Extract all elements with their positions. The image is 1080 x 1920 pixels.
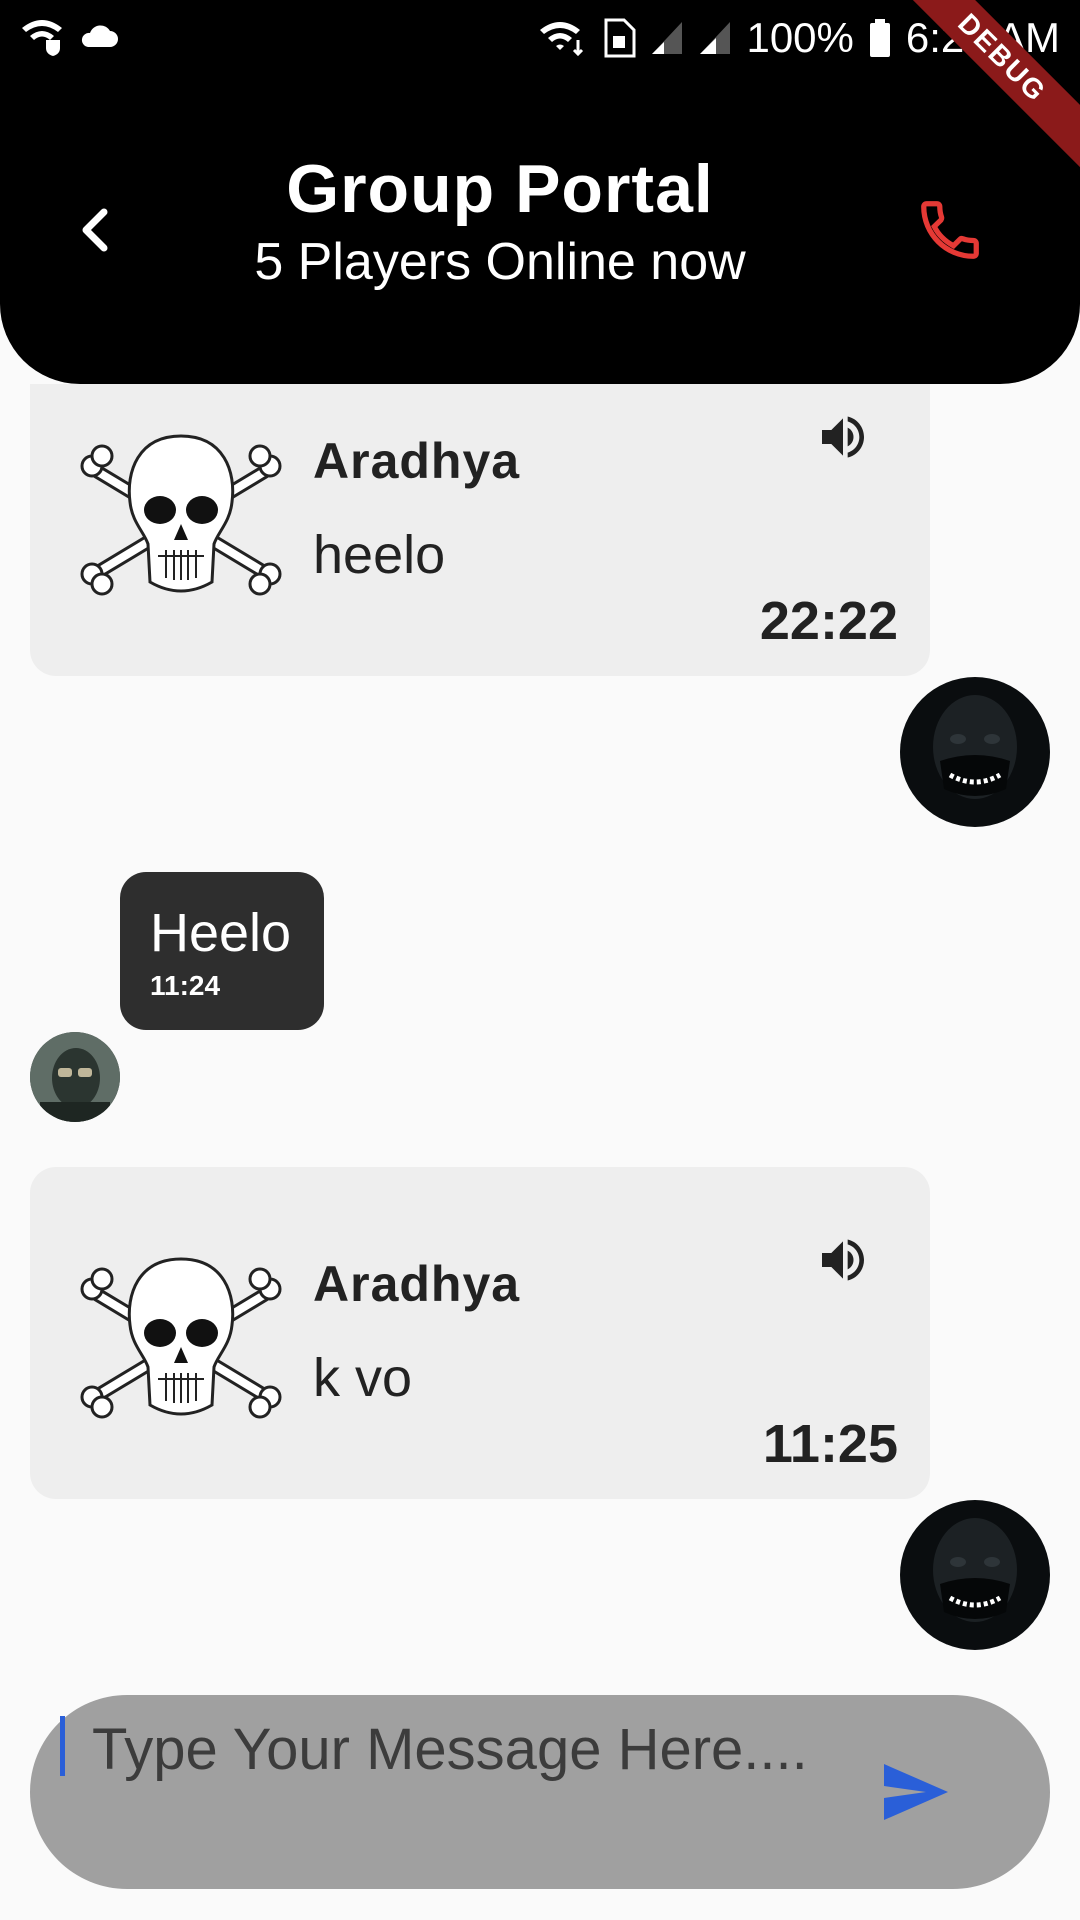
page-title: Group Portal (286, 151, 714, 227)
battery-percent: 100% (746, 14, 854, 61)
masked-face-avatar (933, 695, 1017, 799)
app-header: 100% 6:26 AM Group Portal 5 Players Onli… (0, 0, 1080, 384)
user-avatar[interactable] (900, 677, 1050, 827)
status-left (20, 16, 118, 56)
signal-icon-1 (652, 22, 683, 54)
text-cursor (60, 1716, 65, 1776)
sim-card-icon (604, 18, 636, 58)
wifi-data-icon (540, 22, 584, 57)
person-photo-avatar (30, 1032, 120, 1122)
masked-face-avatar (933, 1518, 1017, 1622)
skull-crossbones-avatar (80, 434, 282, 596)
call-button[interactable] (915, 195, 985, 265)
user-avatar[interactable] (900, 1500, 1050, 1650)
cloud-icon (81, 25, 118, 47)
speaker-icon[interactable] (815, 1232, 871, 1288)
signal-icon-2 (700, 22, 731, 54)
battery-icon (869, 19, 890, 57)
wifi-shield-icon (22, 20, 62, 56)
bubble-text: Heelo (150, 903, 292, 963)
message-time: 22:22 (759, 591, 898, 651)
speaker-icon[interactable] (815, 409, 871, 465)
send-button[interactable] (880, 1760, 952, 1824)
bubble-time: 11:24 (150, 970, 221, 1001)
phone-icon (921, 201, 979, 259)
online-count: 5 Players Online now (254, 233, 746, 291)
message-text: heelo (313, 525, 446, 585)
message-input[interactable] (90, 1713, 834, 1877)
voice-message-card[interactable]: Aradhya heelo 22:22 (30, 384, 930, 676)
message-time: 11:25 (762, 1414, 898, 1474)
skull-crossbones-avatar (80, 1257, 282, 1419)
sender-name: Aradhya (313, 433, 521, 489)
sender-name: Aradhya (313, 1256, 521, 1312)
sender-avatar[interactable] (30, 1032, 120, 1122)
status-bar: 100% 6:26 AM (0, 0, 1080, 76)
send-icon (884, 1764, 948, 1820)
voice-message-card[interactable]: Aradhya k vo 11:25 (30, 1167, 930, 1499)
message-bubble[interactable]: Heelo 11:24 (120, 872, 324, 1030)
message-text: k vo (313, 1348, 413, 1408)
